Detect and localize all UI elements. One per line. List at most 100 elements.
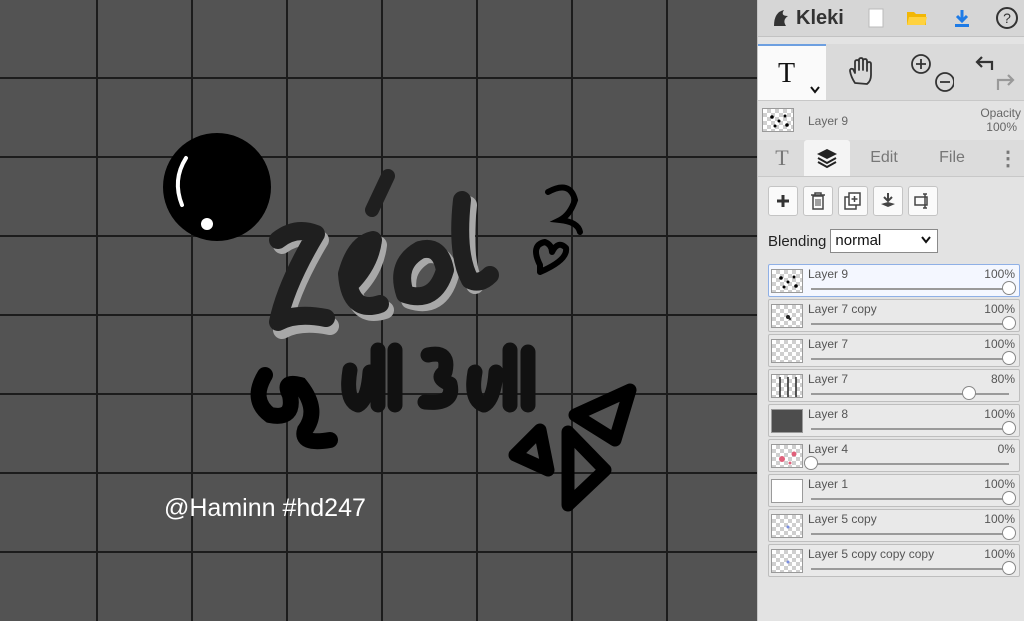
layer-name: Layer 1: [808, 477, 849, 491]
undo-redo-buttons: [963, 44, 1024, 100]
layer-thumbnail: [771, 549, 803, 573]
tool-panel: Kleki ? T Layer 9 Opacity 100% T Edit Fi…: [757, 0, 1024, 621]
layer-name: Layer 7 copy: [808, 302, 877, 316]
tool-row: T: [758, 44, 1024, 101]
layer-name: Layer 7: [808, 337, 849, 351]
redo-icon[interactable]: [996, 74, 1015, 90]
layer-row[interactable]: Layer 7 100%: [768, 334, 1020, 367]
squiggle-drawing: [250, 367, 338, 450]
kleki-logo[interactable]: Kleki: [770, 4, 844, 32]
layer-row[interactable]: Layer 5 copy 100%: [768, 509, 1020, 542]
layer-name: Layer 7: [808, 372, 849, 386]
plus-icon: [777, 195, 789, 207]
layer-opacity: 0%: [997, 442, 1015, 456]
opacity-slider[interactable]: [811, 526, 1016, 540]
opacity-slider[interactable]: [811, 281, 1016, 295]
layer-opacity: 100%: [984, 477, 1015, 491]
svg-text:?: ?: [1003, 10, 1011, 26]
hand-icon: [849, 57, 872, 85]
hand-tool-button[interactable]: [828, 44, 894, 100]
opacity-slider[interactable]: [811, 316, 1016, 330]
layer-row[interactable]: Layer 8 100%: [768, 404, 1020, 437]
tab-edit[interactable]: Edit: [858, 140, 910, 176]
more-icon: ⋮: [998, 147, 1018, 170]
layer-thumbnail: [771, 479, 803, 503]
slider-handle[interactable]: [1002, 491, 1016, 505]
layer-row[interactable]: Layer 9 100%: [768, 264, 1020, 297]
heart-drawing: [533, 239, 570, 275]
delete-layer-button[interactable]: [803, 186, 833, 216]
help-button[interactable]: ?: [989, 2, 1024, 34]
watermark-text: @Haminn #hd247: [164, 494, 366, 522]
opacity-slider[interactable]: [811, 421, 1016, 435]
drawing-canvas[interactable]: @Haminn #hd247: [0, 0, 757, 621]
chevron-down-icon: [921, 236, 932, 244]
slider-handle[interactable]: [1002, 526, 1016, 540]
opacity-slider[interactable]: [804, 456, 1009, 470]
text-tool-label: T: [778, 58, 796, 89]
merge-down-button[interactable]: [873, 186, 903, 216]
layer-thumbnail: [771, 304, 803, 328]
duplicate-layer-button[interactable]: [838, 186, 868, 216]
canvas-artwork: [0, 0, 757, 621]
chevron-down-icon: [810, 86, 820, 94]
layer-opacity: 100%: [984, 302, 1015, 316]
opacity-value: 100%: [986, 120, 1017, 134]
add-layer-button[interactable]: [768, 186, 798, 216]
merge-down-icon: [881, 193, 895, 207]
layer-thumbnail: [771, 409, 803, 433]
folder-open-icon: [907, 12, 927, 25]
new-file-button[interactable]: [858, 2, 894, 34]
layer-row[interactable]: Layer 7 80%: [768, 369, 1020, 402]
layer-row[interactable]: Layer 5 copy copy copy 100%: [768, 544, 1020, 577]
slider-handle[interactable]: [1002, 316, 1016, 330]
open-file-button[interactable]: [899, 2, 935, 34]
layer-thumbnail: [771, 374, 803, 398]
slider-handle[interactable]: [1002, 421, 1016, 435]
layer-actions: [768, 186, 938, 216]
layer-name: Layer 4: [808, 442, 849, 456]
sphere-drawing: [163, 133, 271, 241]
current-layer-name: Layer 9: [808, 114, 849, 128]
layer-name: Layer 8: [808, 407, 849, 421]
opacity-label: Opacity: [980, 106, 1021, 120]
curl-drawing: [545, 184, 583, 235]
top-bar: Kleki ?: [758, 0, 1024, 37]
layer-thumbnail: [771, 339, 803, 363]
lettering-second-word: [341, 342, 536, 413]
layer-opacity: 100%: [984, 337, 1015, 351]
blending-label: Blending: [768, 232, 827, 250]
app-name: Kleki: [796, 6, 844, 29]
rename-layer-button[interactable]: [908, 186, 938, 216]
blending-select[interactable]: normal: [830, 229, 939, 253]
layer-thumbnail: [771, 269, 803, 293]
tab-layers[interactable]: [804, 140, 850, 176]
opacity-slider[interactable]: [811, 351, 1016, 365]
layer-row[interactable]: Layer 4 0%: [768, 439, 1020, 472]
opacity-slider[interactable]: [811, 491, 1016, 505]
save-button[interactable]: [944, 2, 980, 34]
zoom-out-icon[interactable]: [935, 72, 954, 92]
help-icon: ?: [996, 7, 1018, 29]
slider-handle[interactable]: [1002, 281, 1016, 295]
tab-text[interactable]: T: [764, 140, 800, 176]
zoom-in-icon[interactable]: [911, 54, 931, 74]
trash-icon: [811, 192, 825, 210]
opacity-slider[interactable]: [811, 561, 1016, 575]
slider-handle[interactable]: [1002, 561, 1016, 575]
layer-name: Layer 9: [808, 267, 849, 281]
slider-handle[interactable]: [962, 386, 977, 400]
layer-row[interactable]: Layer 7 copy 100%: [768, 299, 1020, 332]
text-tool-button[interactable]: T: [758, 44, 826, 100]
layer-name: Layer 5 copy: [808, 512, 877, 526]
layer-row[interactable]: Layer 1 100%: [768, 474, 1020, 507]
opacity-slider[interactable]: [811, 386, 1009, 400]
undo-icon[interactable]: [975, 56, 994, 70]
slider-handle[interactable]: [1002, 351, 1016, 365]
tab-more[interactable]: ⋮: [994, 140, 1022, 176]
layer-opacity: 100%: [984, 267, 1015, 281]
layer-list: Layer 9 100% Layer 7 copy 100% Layer 7 100% La…: [768, 264, 1020, 579]
slider-handle[interactable]: [804, 456, 818, 470]
current-layer-info: Layer 9 Opacity 100%: [758, 102, 1024, 140]
tab-file[interactable]: File: [926, 140, 978, 176]
